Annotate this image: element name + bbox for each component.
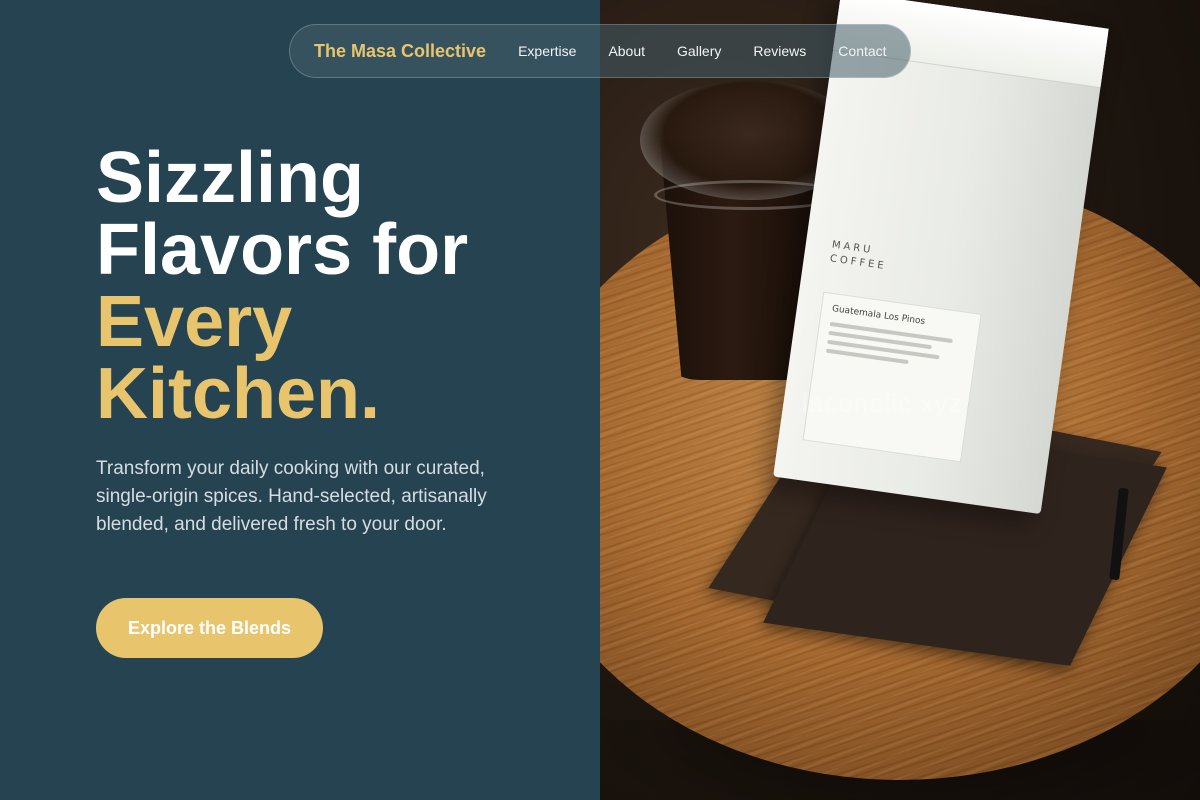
hero-photo: MARU COFFEE Guatemala Los Pinos laconoli… (600, 0, 1200, 800)
hero-title-accent-2: Kitchen. (96, 354, 381, 434)
explore-blends-button[interactable]: Explore the Blends (96, 598, 323, 658)
hero-title: Sizzling Flavors for Every Kitchen. (96, 142, 576, 430)
top-nav: The Masa Collective Expertise About Gall… (289, 24, 911, 78)
hero-title-accent-1: Every (96, 282, 293, 362)
nav-link-expertise[interactable]: Expertise (518, 43, 576, 59)
hero-title-line-2: Flavors for (96, 210, 469, 290)
brand-logo[interactable]: The Masa Collective (314, 41, 486, 62)
bag-brand: MARU COFFEE (829, 239, 888, 273)
nav-link-contact[interactable]: Contact (838, 43, 886, 59)
watermark: laconolic.xyz (802, 388, 963, 418)
bag-label: Guatemala Los Pinos (802, 291, 982, 463)
nav-link-reviews[interactable]: Reviews (753, 43, 806, 59)
hero-title-line-1: Sizzling (96, 138, 364, 218)
nav-link-about[interactable]: About (608, 43, 645, 59)
nav-link-gallery[interactable]: Gallery (677, 43, 721, 59)
hero-subtitle: Transform your daily cooking with our cu… (96, 458, 487, 535)
